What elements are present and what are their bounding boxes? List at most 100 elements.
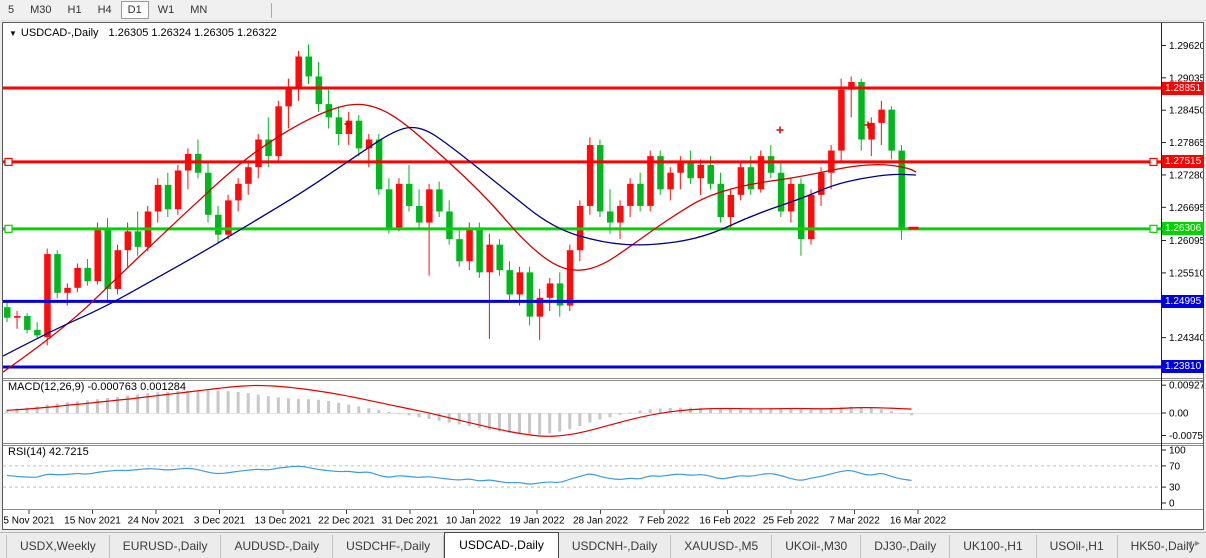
date-label: 10 Jan 2022 bbox=[446, 516, 501, 527]
macd-bar bbox=[548, 413, 551, 433]
timeframe-button-m30[interactable]: M30 bbox=[23, 1, 58, 19]
tab-usoil-h1[interactable]: USOil-,H1 bbox=[1037, 535, 1118, 558]
candle-37 bbox=[376, 134, 383, 195]
tab-usdchf-daily[interactable]: USDCHF-,Daily bbox=[333, 535, 444, 558]
macd-bar bbox=[337, 403, 340, 413]
macd-bar bbox=[659, 409, 662, 414]
chart-symbol-label: USDCAD-,Daily bbox=[21, 27, 99, 39]
macd-bar bbox=[186, 391, 189, 413]
macd-bar bbox=[257, 395, 260, 413]
candle-47 bbox=[476, 223, 483, 278]
macd-bar bbox=[900, 413, 903, 414]
candle-64 bbox=[647, 151, 654, 212]
macd-bar bbox=[357, 406, 360, 413]
candle-22 bbox=[225, 195, 232, 239]
timeframe-button-mn[interactable]: MN bbox=[183, 1, 214, 19]
price-axis-label: 1.24340 bbox=[1169, 333, 1203, 344]
macd-bar bbox=[820, 409, 823, 413]
macd-bar bbox=[287, 398, 290, 413]
hline-handle[interactable] bbox=[5, 158, 12, 165]
mt4-screen: 5M30H1H4D1W1MN 1.296201.290351.284501.27… bbox=[0, 0, 1206, 558]
macd-bar bbox=[759, 409, 762, 413]
date-label: 3 Dec 2021 bbox=[194, 516, 246, 527]
date-label: 25 Feb 2022 bbox=[763, 516, 820, 527]
macd-bar bbox=[739, 409, 742, 413]
macd-bar bbox=[317, 400, 320, 413]
macd-bar bbox=[377, 410, 380, 413]
price-axis-label: 1.27865 bbox=[1169, 138, 1203, 149]
macd-bar bbox=[719, 409, 722, 413]
macd-bar bbox=[639, 411, 642, 413]
date-label: 13 Dec 2021 bbox=[255, 516, 312, 527]
tab-usdx-weekly[interactable]: USDX,Weekly bbox=[6, 535, 110, 558]
tab-usdcnh-daily[interactable]: USDCNH-,Daily bbox=[559, 535, 671, 558]
candle-65 bbox=[657, 151, 664, 195]
timeframe-button-h1[interactable]: H1 bbox=[61, 1, 89, 19]
macd-bar bbox=[86, 400, 89, 413]
macd-bar bbox=[66, 402, 69, 413]
tab-usdcad-daily[interactable]: USDCAD-,Daily bbox=[444, 532, 559, 558]
date-label: 22 Dec 2021 bbox=[318, 516, 375, 527]
timeframe-buttons: 5M30H1H4D1W1MN bbox=[0, 1, 215, 19]
macd-bar bbox=[508, 413, 511, 433]
candle-4 bbox=[44, 249, 51, 346]
tab-ukoil-m30[interactable]: UKOil-,M30 bbox=[772, 535, 861, 558]
macd-bar bbox=[458, 413, 461, 424]
macd-bar bbox=[408, 413, 411, 415]
macd-bar bbox=[126, 396, 129, 413]
hline-handle[interactable] bbox=[1150, 225, 1157, 232]
macd-bar bbox=[538, 413, 541, 435]
candle-27 bbox=[275, 101, 282, 162]
price-axis-label: 1.29620 bbox=[1169, 41, 1203, 52]
tab-scroll-arrows: ◂▸ bbox=[1187, 538, 1203, 549]
hline-handle[interactable] bbox=[1150, 158, 1157, 165]
rsi-axis-label: 30 bbox=[1169, 483, 1181, 494]
macd-bar bbox=[789, 409, 792, 414]
macd-bar bbox=[347, 405, 350, 413]
macd-axis-label: 0.00 bbox=[1169, 409, 1189, 420]
tab-xauusd-m5[interactable]: XAUUSD-,M5 bbox=[671, 535, 772, 558]
chart-title: ▼USDCAD-,Daily1.26305 1.26324 1.26305 1.… bbox=[9, 27, 277, 39]
date-label: 16 Mar 2022 bbox=[890, 516, 947, 527]
tab-audusd-daily[interactable]: AUDUSD-,Daily bbox=[221, 535, 333, 558]
macd-bar bbox=[428, 413, 431, 419]
macd-bar bbox=[297, 399, 300, 413]
tab-eurusd-daily[interactable]: EURUSD-,Daily bbox=[110, 535, 222, 558]
candle-58 bbox=[587, 137, 594, 214]
macd-bar bbox=[598, 413, 601, 420]
candle-11 bbox=[115, 245, 122, 295]
macd-bar bbox=[910, 413, 913, 415]
chart-canvas[interactable]: 1.296201.290351.284501.278651.272801.266… bbox=[3, 23, 1203, 529]
tab-scroll-right-icon[interactable]: ▸ bbox=[1195, 538, 1203, 549]
hline-handle[interactable] bbox=[5, 225, 12, 232]
timeframe-button-d1[interactable]: D1 bbox=[121, 1, 149, 19]
timeframe-button-h4[interactable]: H4 bbox=[91, 1, 119, 19]
tab-scroll-left-icon[interactable]: ◂ bbox=[1187, 538, 1195, 549]
date-label: 16 Feb 2022 bbox=[699, 516, 756, 527]
symbol-dropdown-icon[interactable]: ▼ bbox=[9, 29, 17, 38]
timeframe-button-w1[interactable]: W1 bbox=[151, 1, 182, 19]
macd-bar bbox=[136, 394, 139, 413]
macd-bar bbox=[106, 398, 109, 413]
date-label: 7 Feb 2022 bbox=[639, 516, 690, 527]
macd-bar bbox=[558, 413, 561, 432]
rsi-axis-label: 100 bbox=[1169, 446, 1186, 457]
candle-39 bbox=[396, 178, 403, 231]
tab-uk100-h1[interactable]: UK100-,H1 bbox=[950, 535, 1036, 558]
macd-bar bbox=[729, 409, 732, 413]
chart-window[interactable]: 1.296201.290351.284501.278651.272801.266… bbox=[2, 22, 1204, 530]
macd-bar bbox=[870, 408, 873, 413]
macd-bar bbox=[387, 412, 390, 413]
macd-bar bbox=[36, 406, 39, 413]
macd-axis-label: 0.009278 bbox=[1169, 381, 1203, 392]
date-label: 28 Jan 2022 bbox=[573, 516, 628, 527]
timeframe-button-5[interactable]: 5 bbox=[1, 1, 21, 19]
tab-dj30-daily[interactable]: DJ30-,Daily bbox=[861, 535, 950, 558]
price-badge-1.23810: 1.23810 bbox=[1162, 360, 1204, 373]
macd-bar bbox=[307, 399, 310, 413]
macd-bar bbox=[588, 413, 591, 423]
macd-bar bbox=[176, 391, 179, 413]
macd-bar bbox=[418, 413, 421, 417]
macd-bar bbox=[629, 412, 632, 413]
candle-17 bbox=[175, 165, 182, 215]
